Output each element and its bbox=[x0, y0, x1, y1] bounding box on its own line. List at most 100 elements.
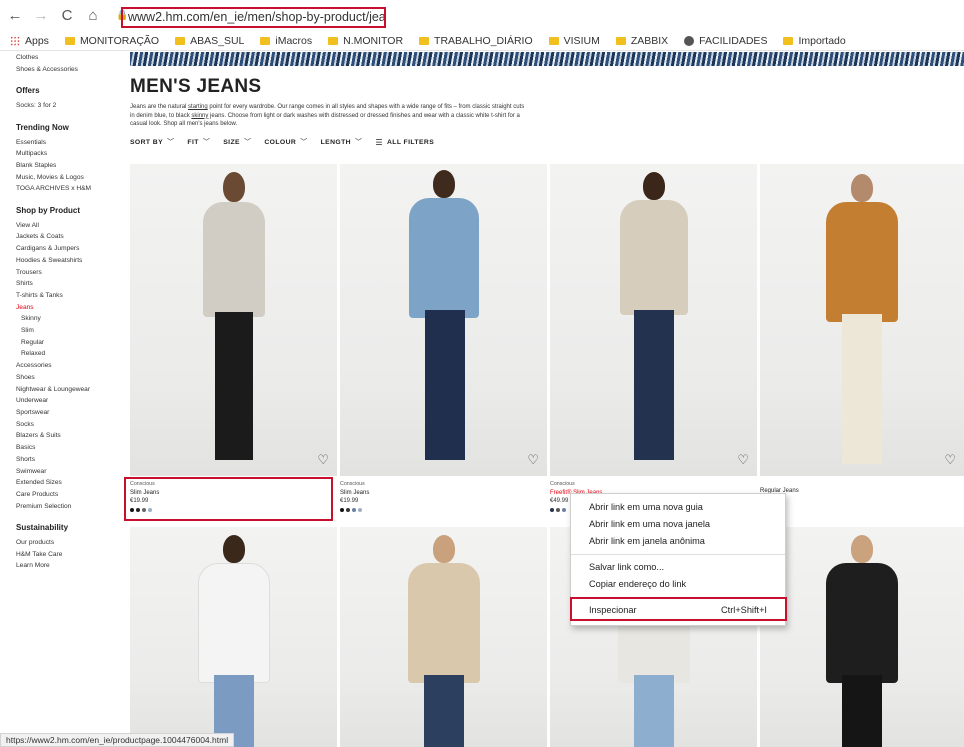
sidebar-item[interactable]: Socks bbox=[16, 419, 121, 431]
denim-banner-image bbox=[130, 52, 964, 66]
sliders-icon: ☰ bbox=[375, 137, 383, 147]
sidebar-item[interactable]: Hoodies & Sweatshirts bbox=[16, 255, 121, 267]
fit-filter[interactable]: FIT ﹀ bbox=[187, 137, 210, 147]
product-price: €19.99 bbox=[340, 498, 359, 504]
forward-button[interactable]: → bbox=[30, 5, 52, 27]
sidebar-item[interactable]: Jackets & Coats bbox=[16, 231, 121, 243]
bookmark-facilidades[interactable]: FACILIDADES bbox=[684, 35, 767, 47]
sidebar-item[interactable]: Shoes bbox=[16, 372, 121, 384]
sidebar-item[interactable]: View All bbox=[16, 220, 121, 232]
product-image[interactable]: ♡ bbox=[550, 164, 757, 476]
menu-item-copy-link[interactable]: Copiar endereço do link bbox=[589, 579, 686, 589]
bookmark-folder[interactable]: ABAS_SUL bbox=[175, 35, 244, 47]
product-image[interactable]: ♡ bbox=[340, 164, 547, 476]
product-name[interactable]: Slim Jeans bbox=[340, 489, 369, 498]
sidebar-item[interactable]: Socks: 3 for 2 bbox=[16, 100, 121, 112]
product-image[interactable] bbox=[130, 527, 337, 747]
folder-icon bbox=[175, 36, 186, 45]
sidebar-item[interactable]: T-shirts & Tanks bbox=[16, 290, 121, 302]
product-info[interactable]: Conscious Slim Jeans €19.99 bbox=[340, 480, 369, 512]
folder-icon bbox=[615, 36, 626, 45]
sidebar-heading-sustainability: Sustainability bbox=[16, 523, 69, 533]
sidebar-item[interactable]: Multipacks bbox=[16, 148, 121, 160]
apps-grid-icon bbox=[10, 35, 20, 46]
length-filter[interactable]: LENGTH ﹀ bbox=[321, 137, 363, 147]
sidebar-subitem[interactable]: Relaxed bbox=[16, 348, 121, 360]
sidebar-item[interactable]: Care Products bbox=[16, 489, 121, 501]
sidebar-item[interactable]: Clothes bbox=[16, 52, 121, 64]
sidebar-item[interactable]: Blazers & Suits bbox=[16, 430, 121, 442]
intro-text: Jeans are the natural starting point for… bbox=[130, 104, 525, 127]
product-image[interactable]: ♡ bbox=[760, 164, 964, 476]
browser-toolbar: ← → C ⌂ 🔒 www2.hm.com/en_ie/men/shop-by-… bbox=[0, 0, 964, 31]
highlight-box bbox=[124, 477, 333, 521]
sidebar-item[interactable]: Basics bbox=[16, 442, 121, 454]
product-image[interactable] bbox=[760, 527, 964, 747]
sidebar-item[interactable]: Shorts bbox=[16, 454, 121, 466]
intro-link[interactable]: starting bbox=[188, 104, 208, 110]
sidebar-item[interactable]: Accessories bbox=[16, 360, 121, 372]
sidebar-item[interactable]: Swimwear bbox=[16, 466, 121, 478]
sidebar-subitem[interactable]: Slim bbox=[16, 325, 121, 337]
bookmark-folder[interactable]: Importado bbox=[783, 35, 846, 47]
filter-bar: SORT BY ﹀ FIT ﹀ SIZE ﹀ COLOUR ﹀ LENGTH ﹀ ☰ ALL… bbox=[130, 137, 447, 147]
heart-icon[interactable]: ♡ bbox=[944, 452, 956, 468]
sidebar-item[interactable]: Essentials bbox=[16, 137, 121, 149]
url-text: www2.hm.com/en_ie/men/shop-by-product/je… bbox=[128, 10, 386, 24]
sidebar-item[interactable]: TOGA ARCHIVES x H&M bbox=[16, 183, 121, 195]
reload-button[interactable]: C bbox=[56, 5, 78, 27]
sidebar-item[interactable]: Our products bbox=[16, 537, 121, 549]
chevron-down-icon: ﹀ bbox=[202, 139, 211, 146]
sidebar-item[interactable]: Shoes & Accessories bbox=[16, 64, 121, 76]
heart-icon[interactable]: ♡ bbox=[317, 452, 329, 468]
address-bar[interactable]: www2.hm.com/en_ie/men/shop-by-product/je… bbox=[121, 7, 386, 28]
sidebar-heading-offers: Offers bbox=[16, 86, 40, 96]
sidebar-heading-trending: Trending Now bbox=[16, 122, 69, 132]
home-icon: ⌂ bbox=[88, 7, 98, 24]
heart-icon[interactable]: ♡ bbox=[527, 452, 539, 468]
folder-icon bbox=[419, 36, 430, 45]
bookmark-apps[interactable]: Apps bbox=[0, 35, 49, 47]
all-filters-button[interactable]: ☰ ALL FILTERS bbox=[375, 137, 434, 147]
product-image[interactable] bbox=[340, 527, 547, 747]
sidebar-item[interactable]: Trousers bbox=[16, 267, 121, 279]
color-swatches bbox=[340, 507, 369, 512]
sidebar-item[interactable]: Blank Staples bbox=[16, 160, 121, 172]
sidebar-item[interactable]: Sportswear bbox=[16, 407, 121, 419]
back-button[interactable]: ← bbox=[4, 5, 26, 27]
sort-by-filter[interactable]: SORT BY ﹀ bbox=[130, 137, 174, 147]
menu-item-open-new-tab[interactable]: Abrir link em uma nova guia bbox=[589, 502, 703, 512]
sidebar-item[interactable]: Nightwear & Loungewear bbox=[16, 384, 121, 396]
colour-filter[interactable]: COLOUR ﹀ bbox=[264, 137, 307, 147]
sidebar-item[interactable]: Shirts bbox=[16, 278, 121, 290]
bookmark-folder[interactable]: ZABBIX bbox=[615, 35, 668, 47]
bookmark-folder[interactable]: VISIUM bbox=[548, 35, 600, 47]
bookmark-folder[interactable]: iMacros bbox=[260, 35, 312, 47]
sidebar-subitem[interactable]: Skinny bbox=[16, 313, 121, 325]
bookmark-folder[interactable]: N.MONITOR bbox=[328, 35, 403, 47]
sidebar-item-jeans[interactable]: Jeans bbox=[16, 302, 121, 314]
menu-item-open-incognito[interactable]: Abrir link em janela anônima bbox=[589, 536, 705, 546]
sidebar-item[interactable]: Music, Movies & Logos bbox=[16, 172, 121, 184]
category-sidebar: Clothes Shoes & Accessories Offers Socks… bbox=[16, 52, 121, 572]
chevron-down-icon: ﹀ bbox=[300, 139, 308, 146]
home-button[interactable]: ⌂ bbox=[82, 5, 104, 27]
sidebar-item[interactable]: Extended Sizes bbox=[16, 477, 121, 489]
bookmark-folder[interactable]: TRABALHO_DIÁRIO bbox=[419, 35, 533, 47]
bookmarks-bar: Apps MONITORAÇÃO ABAS_SUL iMacros N.MONI… bbox=[0, 31, 964, 51]
bookmark-folder[interactable]: MONITORAÇÃO bbox=[64, 35, 159, 47]
sidebar-item[interactable]: Cardigans & Jumpers bbox=[16, 243, 121, 255]
sidebar-item[interactable]: Premium Selection bbox=[16, 501, 121, 513]
intro-link[interactable]: skinny bbox=[191, 113, 208, 119]
sidebar-item[interactable]: Learn More bbox=[16, 560, 121, 572]
sidebar-item[interactable]: H&M Take Care bbox=[16, 549, 121, 561]
sidebar-heading-shop-by-product: Shop by Product bbox=[16, 206, 80, 216]
menu-item-open-new-window[interactable]: Abrir link em uma nova janela bbox=[589, 519, 710, 529]
size-filter[interactable]: SIZE ﹀ bbox=[223, 137, 251, 147]
heart-icon[interactable]: ♡ bbox=[737, 452, 749, 468]
folder-icon bbox=[260, 36, 271, 45]
sidebar-subitem[interactable]: Regular bbox=[16, 337, 121, 349]
menu-item-save-link[interactable]: Salvar link como... bbox=[589, 562, 664, 572]
sidebar-item[interactable]: Underwear bbox=[16, 395, 121, 407]
product-image[interactable]: ♡ bbox=[130, 164, 337, 476]
